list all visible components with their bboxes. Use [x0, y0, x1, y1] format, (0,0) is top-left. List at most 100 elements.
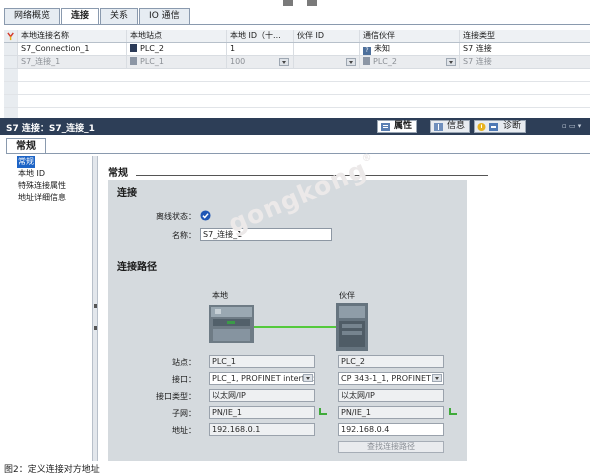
table-row[interactable]: S7_Connection_1 PLC_2 1 ? 未知 S7 连接	[4, 43, 590, 56]
row-marker[interactable]	[4, 56, 18, 68]
local-id-cell[interactable]: 100	[227, 56, 294, 68]
chevron-down-icon[interactable]	[303, 374, 313, 382]
key-icon	[7, 32, 14, 41]
local-interface-type-field: 以太网/IP	[209, 389, 315, 402]
nav-item-general[interactable]: 常规	[6, 156, 90, 168]
tab-connections[interactable]: 连接	[61, 8, 100, 25]
check-icon	[200, 210, 211, 221]
subnet-label: 子网：	[172, 409, 196, 418]
partner-address-field[interactable]: 192.168.0.4	[338, 423, 444, 436]
local-plc-image[interactable]	[209, 305, 254, 343]
info-icon	[434, 123, 443, 131]
column-header[interactable]: 连接类型	[460, 30, 580, 42]
connection-name-field[interactable]: S7_连接_1	[200, 228, 332, 241]
tab-diagnostics[interactable]: 诊断	[474, 120, 527, 133]
partner-id-cell[interactable]	[294, 43, 360, 55]
column-header[interactable]: 本地 ID（十...	[227, 30, 294, 42]
local-subnet-field: PN/IE_1	[209, 406, 315, 419]
partner-interface-value: CP 343-1_1, PROFINET in	[341, 374, 441, 383]
empty-row	[4, 95, 590, 108]
chevron-down-icon[interactable]	[346, 58, 356, 66]
interface-type-label: 接口类型：	[156, 392, 196, 401]
partner-label: 伙伴	[339, 291, 355, 300]
row-marker	[4, 95, 18, 107]
tab-divider	[6, 153, 590, 154]
connection-type-cell[interactable]: S7 连接	[460, 43, 580, 55]
inspector-title: S7 连接：S7_连接_1	[6, 124, 95, 134]
plc-icon	[363, 57, 370, 65]
row-marker	[4, 82, 18, 94]
connection-name-cell[interactable]: S7_连接_1	[18, 56, 127, 68]
nav-item-local-id[interactable]: 本地 ID	[6, 168, 90, 180]
network-connection-line	[254, 326, 336, 328]
local-station-cell[interactable]: PLC_2	[127, 43, 227, 55]
local-station-cell[interactable]: PLC_1	[127, 56, 227, 68]
subnet-icon	[319, 408, 327, 415]
station-label: 站点：	[172, 358, 196, 367]
partner-subnet-field: PN/IE_1	[338, 406, 444, 419]
name-label: 名称：	[172, 231, 196, 240]
address-label: 地址：	[172, 426, 196, 435]
partner-interface-select[interactable]: CP 343-1_1, PROFINET in	[338, 372, 444, 385]
unknown-partner-icon: ?	[363, 47, 371, 55]
properties-nav: 常规 本地 ID 特殊连接属性 地址详细信息	[6, 156, 90, 204]
tab-general[interactable]: 常规	[6, 138, 46, 154]
connections-table: 本地连接名称 本地站点 本地 ID（十... 伙伴 ID 通信伙伴 连接类型 S…	[4, 30, 590, 121]
local-station-field: PLC_1	[209, 355, 315, 368]
station-text: PLC_2	[140, 44, 164, 53]
local-interface-select[interactable]: PLC_1, PROFINET interfac	[209, 372, 315, 385]
connection-type-cell[interactable]: S7 连接	[460, 56, 580, 68]
tab-label: 信息	[447, 121, 466, 131]
column-header[interactable]: 本地站点	[127, 30, 227, 42]
column-header[interactable]: 本地连接名称	[18, 30, 127, 42]
partner-interface-type-field: 以太网/IP	[338, 389, 444, 402]
properties-icon	[381, 123, 390, 131]
partner-cell[interactable]: ? 未知	[360, 43, 460, 55]
header-icon-cell	[4, 30, 18, 42]
connection-name-cell[interactable]: S7_Connection_1	[18, 43, 127, 55]
tab-info[interactable]: 信息	[430, 120, 471, 133]
splitter-handle[interactable]	[307, 0, 317, 6]
splitter-grip[interactable]	[94, 326, 97, 330]
column-header[interactable]: 伙伴 ID	[294, 30, 360, 42]
partner-id-cell[interactable]	[294, 56, 360, 68]
offline-status-label: 离线状态：	[156, 212, 196, 221]
nav-item-special-properties[interactable]: 特殊连接属性	[6, 180, 90, 192]
partner-station-field: PLC_2	[338, 355, 444, 368]
local-label: 本地	[212, 291, 228, 300]
warning-icon	[477, 123, 486, 131]
nav-item-address-details[interactable]: 地址详细信息	[6, 192, 90, 204]
subsection-title: 连接	[117, 188, 137, 199]
plc-icon	[130, 44, 137, 52]
chevron-down-icon[interactable]	[446, 58, 456, 66]
tab-relations[interactable]: 关系	[100, 8, 139, 24]
empty-row	[4, 82, 590, 95]
diagnostics-icon	[489, 123, 498, 131]
find-connection-path-button[interactable]: 查找连接路径	[338, 441, 444, 453]
splitter-handle[interactable]	[283, 0, 293, 6]
tab-properties[interactable]: 属性	[377, 120, 418, 133]
chevron-down-icon[interactable]	[432, 374, 442, 382]
section-title: 常规	[108, 168, 128, 179]
window-controls[interactable]: ▫ ▭ ▾	[562, 122, 586, 131]
table-row[interactable]: S7_连接_1 PLC_1 100 PLC_2 S7 连接	[4, 56, 590, 69]
partner-plc-image[interactable]	[336, 303, 368, 351]
chevron-down-icon[interactable]	[279, 58, 289, 66]
nav-splitter[interactable]	[92, 156, 98, 461]
tab-network-overview[interactable]: 网络概览	[4, 8, 61, 24]
partner-text: PLC_2	[373, 57, 397, 66]
station-text: PLC_1	[140, 57, 164, 66]
local-id-text: 100	[230, 57, 246, 66]
row-marker	[4, 69, 18, 81]
tab-label: 诊断	[503, 121, 522, 131]
splitter-grip[interactable]	[94, 304, 97, 308]
nav-item-label: 常规	[17, 156, 35, 168]
row-marker[interactable]	[4, 43, 18, 55]
column-header[interactable]: 通信伙伴	[360, 30, 460, 42]
plc-icon	[130, 57, 137, 65]
table-header: 本地连接名称 本地站点 本地 ID（十... 伙伴 ID 通信伙伴 连接类型	[4, 30, 590, 43]
local-id-cell[interactable]: 1	[227, 43, 294, 55]
partner-cell[interactable]: PLC_2	[360, 56, 460, 68]
tab-io-communication[interactable]: IO 通信	[139, 8, 190, 24]
tab-divider	[4, 24, 590, 25]
